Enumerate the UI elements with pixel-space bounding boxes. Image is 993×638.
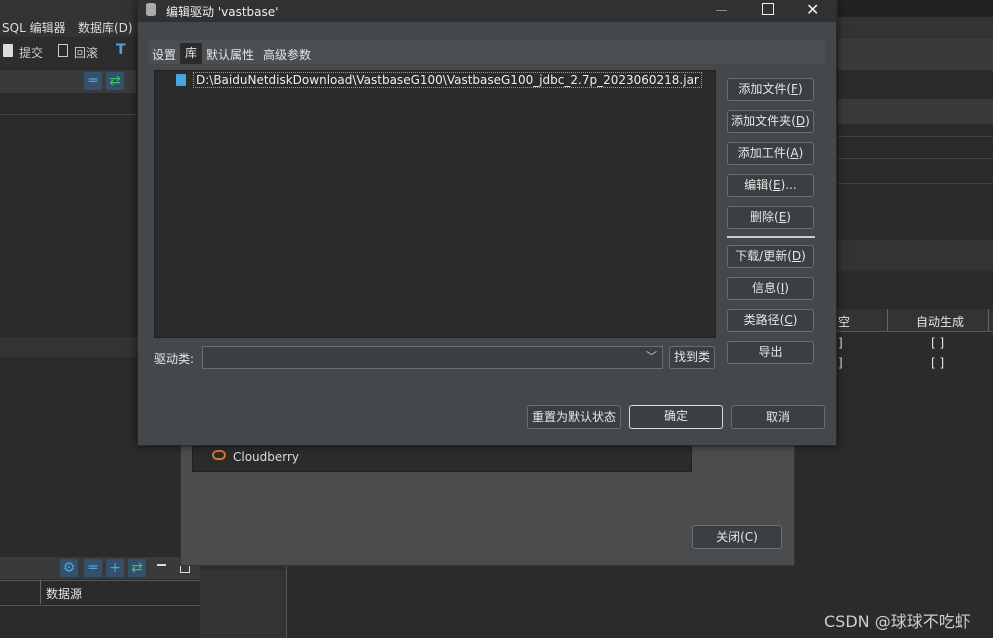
driver-class-label: 驱动类: [154,352,195,366]
export-button[interactable]: 导出 [727,341,814,364]
collapse-icon[interactable]: ═ [84,559,102,577]
sync-icon[interactable]: ⇄ [106,72,124,90]
rollback-icon [58,44,68,57]
divider [286,566,287,638]
tab-advanced-parameters[interactable]: 高级参数 [263,46,311,63]
col-datasource: 数据源 [46,587,83,601]
chevron-down-icon[interactable]: ﹀ [646,348,657,364]
commit-icon [3,44,13,57]
minimize-icon[interactable] [157,564,166,566]
add-file-button[interactable]: 添加文件(F) [727,78,814,101]
add-folder-button[interactable]: 添加文件夹(D) [727,110,814,133]
collapse-icon[interactable]: ═ [84,72,102,90]
table-header [0,580,200,606]
menubar-right [838,0,993,17]
dialog-title: 编辑驱动 'vastbase' [166,5,279,19]
right-panel-header [838,38,993,70]
table-cell: [ ] [931,356,945,370]
col-null: 空 [838,315,851,329]
close-button[interactable]: 关闭(C) [692,525,782,549]
tab-settings[interactable]: 设置 [152,46,176,63]
divider [838,240,993,270]
driver-class-combo[interactable] [202,346,663,369]
divider [838,136,993,137]
format-icon[interactable]: T [116,42,126,58]
add-artifact-button[interactable]: 添加工件(A) [727,142,814,165]
maximize-icon[interactable] [762,3,774,15]
delete-button[interactable]: 删除(E) [727,206,814,229]
divider [887,309,888,331]
library-item[interactable]: D:\BaiduNetdiskDownload\VastbaseG100\Vas… [193,72,702,88]
rollback-button[interactable]: 回滚 [74,44,98,61]
table-cell: ] [838,336,843,350]
cancel-button[interactable]: 取消 [731,405,825,429]
database-icon [146,3,156,16]
edit-button[interactable]: 编辑(E)... [727,174,814,197]
tab-default-properties[interactable]: 默认属性 [206,46,254,63]
library-list[interactable] [154,70,716,338]
divider [40,580,41,604]
jar-file-icon [176,74,186,86]
minimize-icon[interactable] [716,10,727,11]
expand-icon[interactable]: + [106,559,124,577]
sync-icon[interactable]: ⇄ [128,559,146,577]
reset-default-button[interactable]: 重置为默认状态 [527,405,621,429]
divider [838,99,993,124]
divider [200,570,286,638]
download-update-button[interactable]: 下载/更新(D) [727,245,814,268]
divider [727,236,815,238]
driver-list-item[interactable]: Cloudberry [233,450,299,464]
table-cell: [ ] [931,336,945,350]
ok-button[interactable]: 确定 [629,405,723,429]
divider [988,309,989,331]
find-class-button[interactable]: 找到类 [669,346,715,369]
col-auto-generated: 自动生成 [916,315,965,329]
table-cell: ] [838,356,843,370]
divider [838,183,993,184]
tab-libraries[interactable]: 库 [180,43,202,64]
divider [838,158,993,159]
menu-sql-editor[interactable]: SQL 编辑器 [2,19,66,36]
close-icon[interactable]: ✕ [806,0,819,19]
cloud-icon [212,450,226,460]
settings-icon[interactable]: ⚙ [60,559,78,577]
watermark: CSDN @球球不吃虾 [824,612,971,631]
info-button[interactable]: 信息(I) [727,277,814,300]
classpath-button[interactable]: 类路径(C) [727,309,814,332]
divider [0,114,136,115]
menu-database[interactable]: 数据库(D) [78,19,133,36]
commit-button[interactable]: 提交 [19,44,43,61]
